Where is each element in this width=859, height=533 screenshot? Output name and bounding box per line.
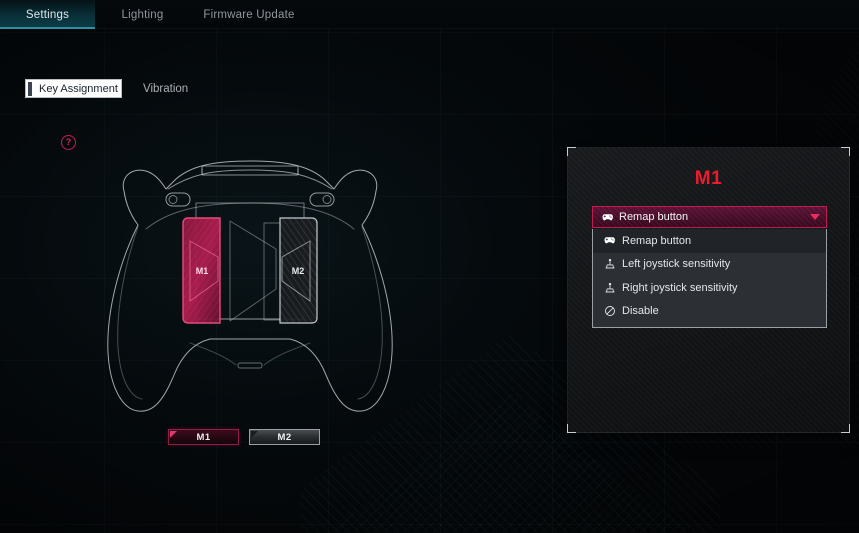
sub-tab-bar: Key Assignment Vibration	[0, 29, 859, 98]
panel-title: M1	[694, 168, 723, 189]
tab-lighting[interactable]: Lighting	[95, 0, 190, 29]
chip-m2-label: M2	[277, 431, 292, 443]
option-disable[interactable]: Disable	[593, 300, 826, 324]
gamepad-icon	[601, 211, 614, 224]
app-root: Settings Lighting Firmware Update Key As…	[0, 0, 859, 533]
svg-text:M2: M2	[292, 266, 305, 276]
function-select[interactable]: Remap button	[592, 206, 827, 228]
option-right-joystick-sensitivity[interactable]: Right joystick sensitivity	[593, 276, 826, 300]
svg-text:M1: M1	[196, 266, 209, 276]
panel-corner-top-right	[841, 147, 850, 156]
option-disable-label: Disable	[622, 305, 659, 318]
paddle-config-panel: M1 Remap button Remap button Left joysti…	[567, 147, 850, 433]
chip-m1-corner-marker	[170, 431, 177, 438]
chip-m1-label: M1	[196, 431, 211, 443]
subtab-vibration[interactable]: Vibration	[143, 79, 188, 98]
tab-lighting-label: Lighting	[121, 8, 164, 21]
gamepad-icon	[603, 234, 616, 247]
function-select-value: Remap button	[619, 211, 689, 223]
controller-svg: M1 M2	[107, 160, 393, 412]
option-left-joystick-sensitivity[interactable]: Left joystick sensitivity	[593, 253, 826, 277]
prohibited-icon	[603, 305, 616, 318]
joystick-icon	[603, 281, 616, 294]
paddle-chip-group: M1 M2	[168, 429, 320, 445]
subtab-active-marker	[28, 82, 32, 96]
chip-m2-corner-marker	[251, 431, 258, 438]
chip-m1[interactable]: M1	[168, 429, 239, 445]
function-options-list: Remap button Left joystick sensitivity R…	[592, 229, 827, 328]
tab-firmware-update[interactable]: Firmware Update	[190, 0, 308, 29]
panel-corner-bottom-right	[841, 424, 850, 433]
function-select-value-wrap: Remap button	[601, 211, 810, 224]
panel-corner-bottom-left	[567, 424, 576, 433]
tab-firmware-update-label: Firmware Update	[203, 8, 295, 21]
paddle-m1: M1	[182, 217, 221, 324]
chevron-down-icon[interactable]	[810, 214, 820, 220]
subtab-key-assignment[interactable]: Key Assignment	[25, 79, 122, 98]
joystick-icon	[603, 258, 616, 271]
subtab-key-assignment-label: Key Assignment	[39, 82, 118, 95]
option-remap-button-label: Remap button	[622, 234, 692, 247]
paddle-m2: M2	[279, 217, 318, 324]
xbox-controller-back-diagram: M1 M2	[50, 131, 450, 431]
option-right-joystick-sensitivity-label: Right joystick sensitivity	[622, 281, 738, 294]
chip-m2[interactable]: M2	[249, 429, 320, 445]
panel-corner-top-left	[567, 147, 576, 156]
subtab-vibration-label: Vibration	[143, 82, 189, 95]
top-tab-bar: Settings Lighting Firmware Update	[0, 0, 859, 29]
option-left-joystick-sensitivity-label: Left joystick sensitivity	[622, 258, 731, 271]
tab-settings[interactable]: Settings	[0, 0, 95, 29]
option-remap-button[interactable]: Remap button	[593, 229, 826, 253]
tab-settings-label: Settings	[25, 8, 70, 21]
